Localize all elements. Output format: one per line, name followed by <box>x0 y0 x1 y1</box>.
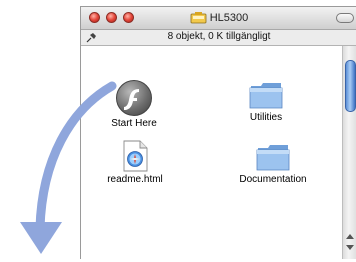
item-label: Utilities <box>249 112 283 123</box>
vertical-scrollbar[interactable] <box>342 46 356 259</box>
scroll-thumb[interactable] <box>345 60 356 112</box>
disk-icon <box>190 12 207 24</box>
folder-icon <box>249 83 283 109</box>
toolbar-toggle-button[interactable] <box>336 13 354 23</box>
html-document-icon <box>123 140 148 172</box>
folder-icon <box>256 145 290 171</box>
scroll-down-arrow-icon[interactable] <box>346 245 354 250</box>
window-title: HL5300 <box>209 12 249 24</box>
item-utilities[interactable]: Utilities <box>236 80 296 123</box>
window-title-container: HL5300 <box>81 11 356 24</box>
item-label: readme.html <box>107 174 163 185</box>
item-start-here[interactable]: Start Here <box>103 80 165 129</box>
item-label: Start Here <box>111 118 157 129</box>
item-documentation[interactable]: Documentation <box>231 142 315 185</box>
finder-window: HL5300 8 objekt, 0 K tillgängligt Start … <box>80 6 356 259</box>
status-text: 8 objekt, 0 K tillgängligt <box>167 31 271 42</box>
status-bar: 8 objekt, 0 K tillgängligt <box>81 30 356 46</box>
flash-icon <box>116 80 152 116</box>
title-bar[interactable]: HL5300 <box>81 7 356 30</box>
item-readme[interactable]: readme.html <box>99 140 171 185</box>
scroll-up-arrow-icon[interactable] <box>346 234 354 239</box>
folder-content: Start Here Utilities readme.html Documen… <box>81 46 343 259</box>
item-label: Documentation <box>239 174 307 185</box>
